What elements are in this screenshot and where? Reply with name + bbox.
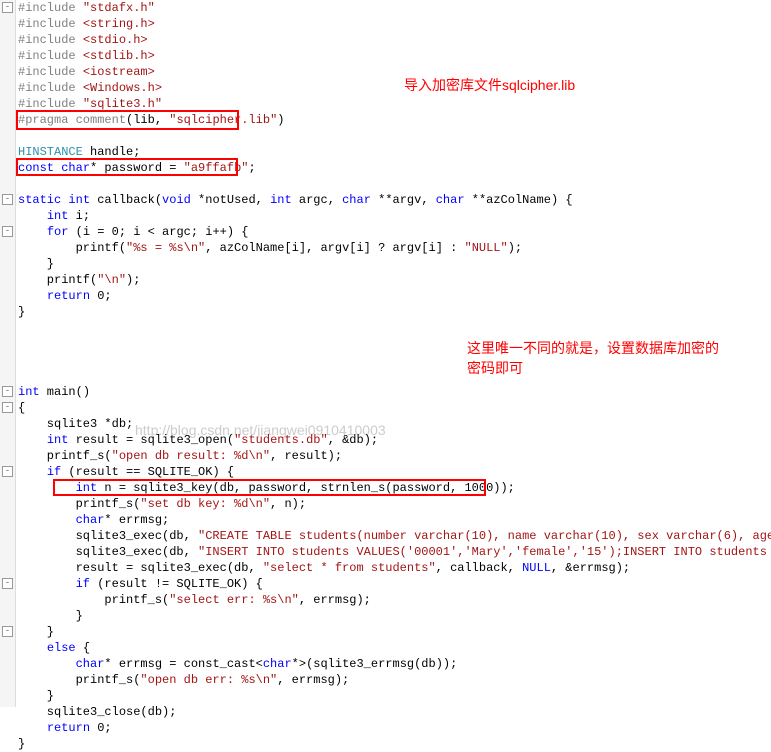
code-line[interactable]: printf_s("select err: %s\n", errmsg);: [18, 592, 771, 608]
code-line[interactable]: #include <stdlib.h>: [18, 48, 771, 64]
code-line[interactable]: char* errmsg;: [18, 512, 771, 528]
code-line[interactable]: printf("\n");: [18, 272, 771, 288]
code-line[interactable]: sqlite3_close(db);: [18, 704, 771, 720]
code-line[interactable]: #include "sqlite3.h": [18, 96, 771, 112]
code-line[interactable]: return 0;: [18, 720, 771, 736]
code-line[interactable]: if (result == SQLITE_OK) {: [18, 464, 771, 480]
code-line[interactable]: printf("%s = %s\n", azColName[i], argv[i…: [18, 240, 771, 256]
code-line[interactable]: int main(): [18, 384, 771, 400]
code-content[interactable]: #include "stdafx.h" #include <string.h> …: [18, 0, 771, 752]
code-line[interactable]: return 0;: [18, 288, 771, 304]
code-line[interactable]: else {: [18, 640, 771, 656]
fold-icon[interactable]: -: [2, 386, 13, 397]
code-line[interactable]: #include <stdio.h>: [18, 32, 771, 48]
code-line[interactable]: #include "stdafx.h": [18, 0, 771, 16]
code-line[interactable]: int result = sqlite3_open("students.db",…: [18, 432, 771, 448]
code-line[interactable]: const char* password = "a9ffafb";: [18, 160, 771, 176]
code-line[interactable]: sqlite3 *db;: [18, 416, 771, 432]
code-line[interactable]: sqlite3_exec(db, "CREATE TABLE students(…: [18, 528, 771, 544]
code-line[interactable]: [18, 128, 771, 144]
fold-icon[interactable]: -: [2, 626, 13, 637]
code-line[interactable]: }: [18, 736, 771, 752]
code-line[interactable]: printf_s("set db key: %d\n", n);: [18, 496, 771, 512]
code-line[interactable]: {: [18, 400, 771, 416]
code-line[interactable]: static int callback(void *notUsed, int a…: [18, 192, 771, 208]
code-line[interactable]: }: [18, 608, 771, 624]
code-line[interactable]: int i;: [18, 208, 771, 224]
code-line[interactable]: if (result != SQLITE_OK) {: [18, 576, 771, 592]
fold-icon[interactable]: -: [2, 194, 13, 205]
code-line[interactable]: result = sqlite3_exec(db, "select * from…: [18, 560, 771, 576]
code-editor[interactable]: - - - - - - - - http://blog.csdn.net/jia…: [0, 0, 771, 752]
fold-icon[interactable]: -: [2, 466, 13, 477]
code-line[interactable]: [18, 320, 771, 336]
fold-icon[interactable]: -: [2, 2, 13, 13]
fold-gutter: - - - - - - - -: [0, 0, 16, 707]
fold-icon[interactable]: -: [2, 402, 13, 413]
code-line[interactable]: #include <iostream>: [18, 64, 771, 80]
code-line[interactable]: }: [18, 304, 771, 320]
code-line[interactable]: char* errmsg = const_cast<char*>(sqlite3…: [18, 656, 771, 672]
code-line[interactable]: #include <string.h>: [18, 16, 771, 32]
code-line[interactable]: printf_s("open db result: %d\n", result)…: [18, 448, 771, 464]
code-line[interactable]: }: [18, 688, 771, 704]
fold-icon[interactable]: -: [2, 226, 13, 237]
code-line[interactable]: HINSTANCE handle;: [18, 144, 771, 160]
code-line[interactable]: #include <Windows.h>: [18, 80, 771, 96]
code-line[interactable]: [18, 336, 771, 352]
code-line[interactable]: [18, 368, 771, 384]
code-line[interactable]: }: [18, 256, 771, 272]
code-line[interactable]: [18, 352, 771, 368]
fold-icon[interactable]: -: [2, 578, 13, 589]
code-line[interactable]: sqlite3_exec(db, "INSERT INTO students V…: [18, 544, 771, 560]
code-line[interactable]: printf_s("open db err: %s\n", errmsg);: [18, 672, 771, 688]
code-line[interactable]: #pragma comment(lib, "sqlcipher.lib"): [18, 112, 771, 128]
code-line[interactable]: }: [18, 624, 771, 640]
code-line[interactable]: [18, 176, 771, 192]
code-line[interactable]: int n = sqlite3_key(db, password, strnle…: [18, 480, 771, 496]
code-line[interactable]: for (i = 0; i < argc; i++) {: [18, 224, 771, 240]
